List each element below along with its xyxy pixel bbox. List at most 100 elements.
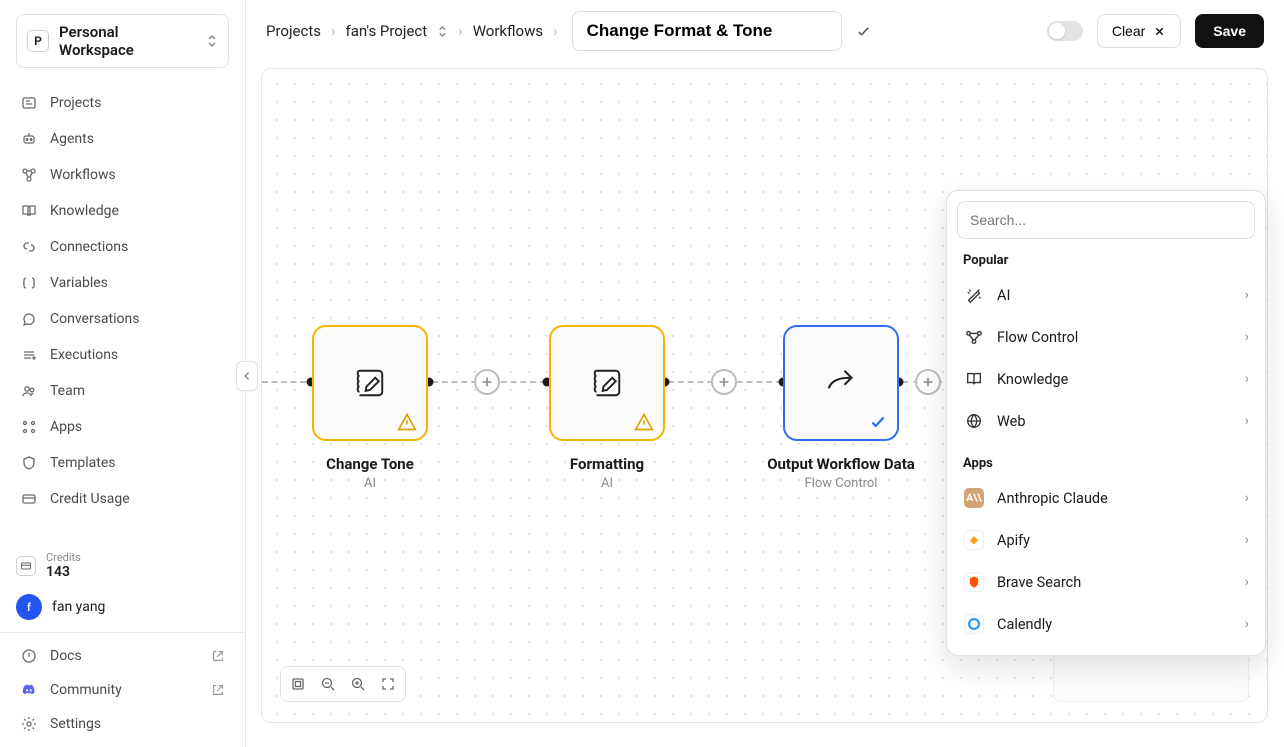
enable-toggle[interactable] [1047, 21, 1083, 41]
node-output-workflow-data[interactable]: Output Workflow Data Flow Control [783, 325, 899, 491]
chevron-right-icon: › [1245, 616, 1249, 632]
view-tools [280, 666, 406, 702]
popover-item-anthropic[interactable]: A\\ Anthropic Claude › [957, 477, 1255, 519]
popover-item-web[interactable]: Web › [957, 400, 1255, 442]
popover-item-brave[interactable]: Brave Search › [957, 561, 1255, 603]
chevron-right-icon: › [553, 22, 558, 40]
check-icon [856, 24, 871, 39]
sidebar-item-label: Templates [50, 455, 116, 471]
sidebar-item-apps[interactable]: Apps [8, 410, 237, 444]
templates-icon [20, 454, 38, 472]
node-formatting[interactable]: Formatting AI [549, 325, 665, 491]
sidebar-item-workflows[interactable]: Workflows [8, 158, 237, 192]
chevron-updown-icon [206, 34, 218, 48]
zoom-out-button[interactable] [315, 671, 341, 697]
globe-icon [963, 410, 985, 432]
add-node-button[interactable] [474, 369, 500, 395]
crumb-projects[interactable]: Projects [266, 22, 321, 40]
sidebar-item-team[interactable]: Team [8, 374, 237, 408]
sidebar-bottom: Docs Community Settings [0, 632, 245, 747]
sidebar: P Personal Workspace Projects Agents Wor… [0, 0, 246, 747]
clear-button[interactable]: Clear [1097, 14, 1181, 48]
sidebar-item-label: Conversations [50, 311, 139, 327]
node-box[interactable] [312, 325, 428, 441]
user-name: fan yang [52, 599, 105, 615]
node-box[interactable] [549, 325, 665, 441]
workflow-title-input[interactable] [572, 11, 842, 51]
item-label: Knowledge [997, 371, 1233, 388]
sidebar-item-connections[interactable]: Connections [8, 230, 237, 264]
item-label: Anthropic Claude [997, 490, 1233, 507]
sidebar-item-conversations[interactable]: Conversations [8, 302, 237, 336]
zoom-in-button[interactable] [345, 671, 371, 697]
add-node-button[interactable] [711, 369, 737, 395]
sidebar-item-label: Variables [50, 275, 108, 291]
user-menu[interactable]: f fan yang [16, 594, 229, 620]
credits-label: Credits [46, 551, 81, 564]
sidebar-item-variables[interactable]: Variables [8, 266, 237, 300]
node-change-tone[interactable]: Change Tone AI [312, 325, 428, 491]
sidebar-item-agents[interactable]: Agents [8, 122, 237, 156]
node-box[interactable] [783, 325, 899, 441]
popover-item-apify[interactable]: ◆ Apify › [957, 519, 1255, 561]
item-label: Calendly [997, 616, 1233, 633]
sidebar-item-label: Executions [50, 347, 118, 363]
sidebar-item-label: Credit Usage [50, 491, 130, 507]
node-subtitle: AI [549, 476, 665, 491]
chevron-right-icon: › [1245, 532, 1249, 548]
item-label: AI [997, 287, 1233, 304]
item-label: Web [997, 413, 1233, 430]
crumb-project[interactable]: fan's Project [346, 22, 428, 40]
chevron-right-icon: › [1245, 413, 1249, 429]
sidebar-item-label: Community [50, 682, 122, 698]
workspace-selector[interactable]: P Personal Workspace [16, 14, 229, 68]
search-input[interactable] [957, 201, 1255, 239]
knowledge-icon [20, 202, 38, 220]
team-icon [20, 382, 38, 400]
sidebar-item-executions[interactable]: Executions [8, 338, 237, 372]
sidebar-item-knowledge[interactable]: Knowledge [8, 194, 237, 228]
item-label: Apify [997, 532, 1233, 549]
save-button[interactable]: Save [1195, 14, 1264, 48]
sidebar-item-templates[interactable]: Templates [8, 446, 237, 480]
crumb-workflows[interactable]: Workflows [473, 22, 543, 40]
add-node-popover: Popular AI › Flow Control › Knowledge › … [946, 190, 1266, 656]
calendly-icon [963, 613, 985, 635]
collapse-sidebar-button[interactable] [236, 361, 258, 391]
popover-item-flow-control[interactable]: Flow Control › [957, 316, 1255, 358]
popover-item-ai[interactable]: AI › [957, 274, 1255, 316]
docs-icon [20, 647, 38, 665]
apify-icon: ◆ [963, 529, 985, 551]
sidebar-item-settings[interactable]: Settings [8, 707, 237, 741]
node-subtitle: AI [312, 476, 428, 491]
node-subtitle: Flow Control [783, 476, 899, 491]
notepad-icon [349, 362, 391, 404]
notepad-icon [586, 362, 628, 404]
sidebar-item-label: Connections [50, 239, 128, 255]
apps-icon [20, 418, 38, 436]
sidebar-item-docs[interactable]: Docs [8, 639, 237, 673]
credits-display[interactable]: Credits 143 [16, 551, 229, 580]
sidebar-item-label: Team [50, 383, 85, 399]
conversations-icon [20, 310, 38, 328]
popover-item-calendly[interactable]: Calendly › [957, 603, 1255, 645]
sidebar-item-credit-usage[interactable]: Credit Usage [8, 482, 237, 516]
popover-item-knowledge[interactable]: Knowledge › [957, 358, 1255, 400]
chevron-updown-icon[interactable] [437, 25, 448, 38]
node-title: Output Workflow Data [753, 455, 929, 473]
arrow-right-icon [820, 362, 862, 404]
node-title: Change Tone [312, 455, 428, 473]
close-icon [1153, 25, 1166, 38]
sidebar-item-projects[interactable]: Projects [8, 86, 237, 120]
sidebar-item-label: Agents [50, 131, 94, 147]
fit-view-button[interactable] [285, 671, 311, 697]
add-node-button[interactable] [915, 369, 941, 395]
fullscreen-button[interactable] [375, 671, 401, 697]
sidebar-item-community[interactable]: Community [8, 673, 237, 707]
warning-icon [633, 411, 655, 433]
external-link-icon [211, 649, 225, 663]
sidebar-item-label: Docs [50, 648, 82, 664]
chevron-right-icon: › [331, 22, 336, 40]
sidebar-item-label: Projects [50, 95, 101, 111]
chevron-right-icon: › [1245, 287, 1249, 303]
